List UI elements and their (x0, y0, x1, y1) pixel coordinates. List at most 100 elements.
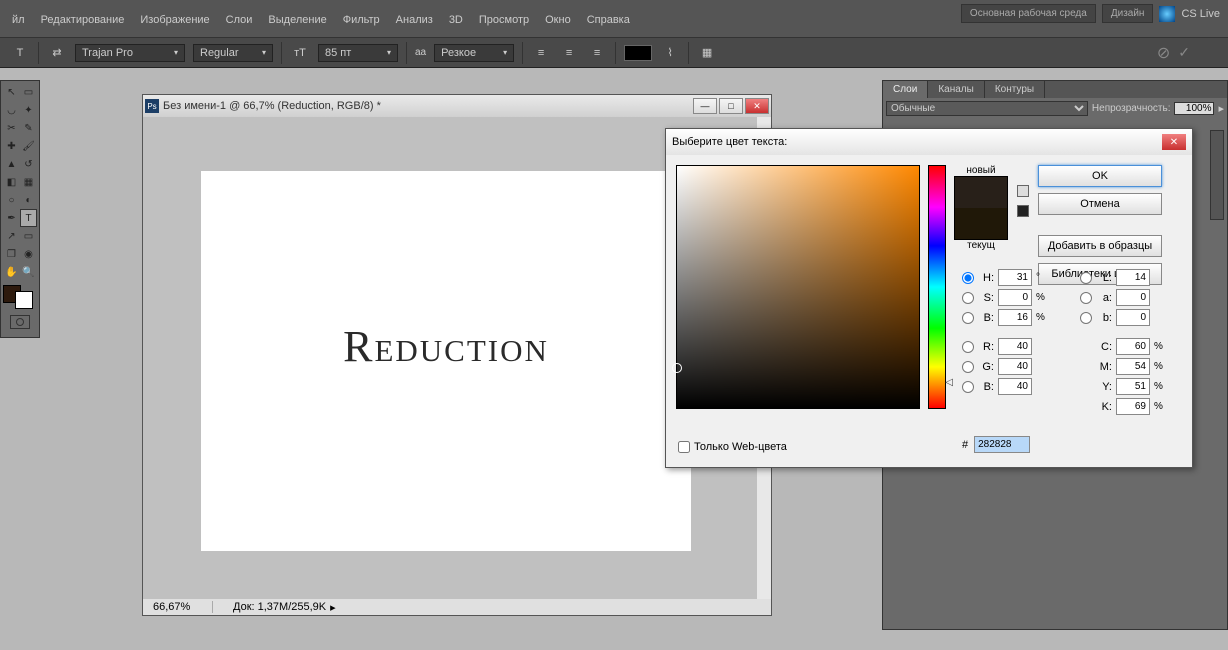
align-right-icon[interactable]: ≡ (587, 43, 607, 63)
close-button[interactable]: ✕ (745, 98, 769, 114)
r-radio[interactable] (962, 341, 974, 353)
text-layer-content[interactable]: Reduction (201, 321, 691, 372)
gamut-warning-icon[interactable] (1017, 185, 1029, 197)
websafe-warning-icon[interactable] (1017, 205, 1029, 217)
h-field[interactable] (998, 269, 1032, 286)
s-radio[interactable] (962, 292, 974, 304)
add-swatch-button[interactable]: Добавить в образцы (1038, 235, 1162, 257)
align-left-icon[interactable]: ≡ (531, 43, 551, 63)
font-family-field[interactable]: Trajan Pro▾ (75, 44, 185, 62)
menu-file[interactable]: йл (4, 12, 33, 28)
bv-field[interactable] (998, 309, 1032, 326)
history-brush-tool[interactable]: ↺ (20, 155, 37, 173)
menu-window[interactable]: Окно (537, 12, 579, 28)
tab-paths[interactable]: Контуры (985, 81, 1045, 98)
g-field[interactable] (998, 358, 1032, 375)
cancel-button[interactable]: Отмена (1038, 193, 1162, 215)
r-field[interactable] (998, 338, 1032, 355)
shape-tool[interactable]: ▭ (20, 227, 37, 245)
l-radio[interactable] (1080, 272, 1092, 284)
menu-view[interactable]: Просмотр (471, 12, 537, 28)
pen-tool[interactable]: ✒ (3, 209, 20, 227)
tab-layers[interactable]: Слои (883, 81, 928, 98)
y-field[interactable] (1116, 378, 1150, 395)
zoom-level[interactable]: 66,67% (143, 601, 213, 613)
b-field[interactable] (998, 378, 1032, 395)
gradient-tool[interactable]: ▦ (20, 173, 37, 191)
path-tool[interactable]: ↗ (3, 227, 20, 245)
color-field[interactable] (676, 165, 920, 409)
hex-field[interactable] (974, 436, 1030, 453)
dodge-tool[interactable]: ◐ (20, 191, 37, 209)
heal-tool[interactable]: ✚ (3, 137, 20, 155)
brush-tool[interactable]: 🖌 (20, 137, 37, 155)
cs-live-icon[interactable] (1159, 6, 1175, 22)
workspace-main[interactable]: Основная рабочая среда (961, 4, 1096, 23)
m-field[interactable] (1116, 358, 1150, 375)
menu-image[interactable]: Изображение (132, 12, 217, 28)
canvas[interactable]: Reduction (201, 171, 691, 551)
workspace-design[interactable]: Дизайн (1102, 4, 1154, 23)
menu-edit[interactable]: Редактирование (33, 12, 133, 28)
a-radio[interactable] (1080, 292, 1092, 304)
antialias-field[interactable]: Резкое▾ (434, 44, 514, 62)
dialog-close-button[interactable]: ✕ (1162, 134, 1186, 150)
hue-arrow[interactable]: ◁ (945, 377, 953, 388)
marquee-tool[interactable]: ▭ (20, 83, 37, 101)
menu-help[interactable]: Справка (579, 12, 638, 28)
background-color[interactable] (15, 291, 33, 309)
eyedropper-tool[interactable]: ✎ (20, 119, 37, 137)
lab-b-radio[interactable] (1080, 312, 1092, 324)
zoom-tool[interactable]: 🔍 (20, 263, 37, 281)
eraser-tool[interactable]: ◧ (3, 173, 20, 191)
menu-select[interactable]: Выделение (260, 12, 334, 28)
hue-slider[interactable]: ◁ (928, 165, 946, 409)
s-field[interactable] (998, 289, 1032, 306)
a-field[interactable] (1116, 289, 1150, 306)
l-field[interactable] (1116, 269, 1150, 286)
web-only-checkbox[interactable] (678, 441, 690, 453)
text-color-swatch[interactable] (624, 45, 652, 61)
font-size-field[interactable]: 85 пт▾ (318, 44, 398, 62)
opacity-field[interactable]: 100% (1174, 102, 1214, 115)
crop-tool[interactable]: ✂ (3, 119, 20, 137)
h-radio[interactable] (962, 272, 974, 284)
menu-layers[interactable]: Слои (218, 12, 261, 28)
current-color-preview[interactable] (955, 208, 1007, 239)
ok-button[interactable]: OK (1038, 165, 1162, 187)
color-swatches[interactable] (3, 285, 37, 309)
minimize-button[interactable]: — (693, 98, 717, 114)
text-orientation-icon[interactable]: ⇄ (47, 43, 67, 63)
c-field[interactable] (1116, 338, 1150, 355)
menu-3d[interactable]: 3D (441, 12, 471, 28)
quick-mask-toggle[interactable] (10, 315, 30, 329)
b-radio[interactable] (962, 381, 974, 393)
k-field[interactable] (1116, 398, 1150, 415)
blend-mode-select[interactable]: Обычные (886, 101, 1088, 116)
maximize-button[interactable]: □ (719, 98, 743, 114)
color-cursor[interactable] (672, 363, 682, 373)
tab-channels[interactable]: Каналы (928, 81, 985, 98)
commit-edits-icon[interactable]: ✓ (1178, 44, 1190, 61)
collapsed-panel-strip[interactable] (1210, 130, 1224, 220)
type-tool[interactable]: T (20, 209, 37, 227)
warp-text-icon[interactable]: ⌇ (660, 43, 680, 63)
align-center-icon[interactable]: ≡ (559, 43, 579, 63)
move-tool[interactable]: ↖ (3, 83, 20, 101)
cancel-edits-icon[interactable]: ⊘ (1157, 43, 1170, 63)
menu-analysis[interactable]: Анализ (388, 12, 441, 28)
g-radio[interactable] (962, 361, 974, 373)
hand-tool[interactable]: ✋ (3, 263, 20, 281)
lab-b-field[interactable] (1116, 309, 1150, 326)
lasso-tool[interactable]: ◡ (3, 101, 20, 119)
font-style-field[interactable]: Regular▾ (193, 44, 273, 62)
menu-filter[interactable]: Фильтр (335, 12, 388, 28)
3d-tool[interactable]: ❐ (3, 245, 20, 263)
bv-radio[interactable] (962, 312, 974, 324)
text-tool-preset-icon[interactable]: T (10, 43, 30, 63)
stamp-tool[interactable]: ▲ (3, 155, 20, 173)
blur-tool[interactable]: ○ (3, 191, 20, 209)
3d-camera-tool[interactable]: ◉ (20, 245, 37, 263)
character-panel-icon[interactable]: ▦ (697, 43, 717, 63)
wand-tool[interactable]: ✦ (20, 101, 37, 119)
